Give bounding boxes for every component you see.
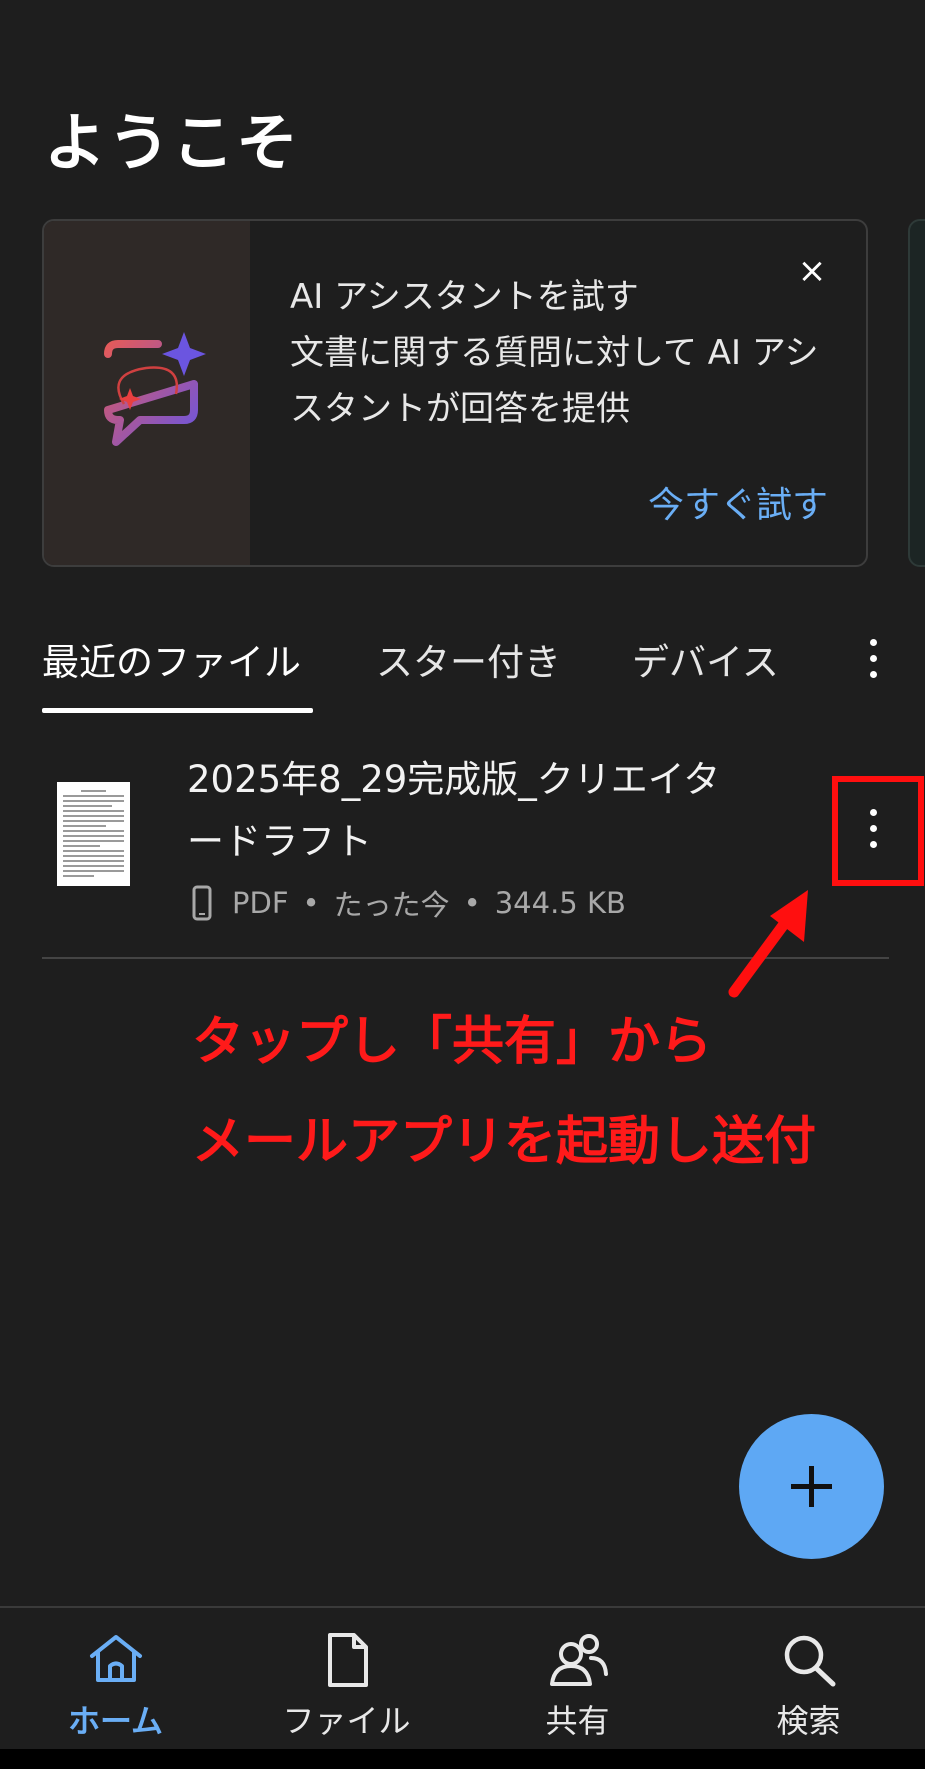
bottom-navigation: ホーム ファイル 共有 検索 (0, 1606, 925, 1749)
add-fab-button[interactable] (739, 1414, 884, 1559)
ai-assistant-promo-card[interactable]: AI アシスタントを試す 文書に関する質問に対して AI アシスタントが回答を提… (42, 219, 868, 567)
file-tabs: 最近のファイル スター付き デバイス (0, 620, 925, 714)
nav-shared[interactable]: 共有 (462, 1608, 693, 1751)
promo-illustration (44, 221, 250, 565)
meta-separator: • (302, 886, 320, 920)
tab-recent-files[interactable]: 最近のファイル (42, 632, 301, 686)
file-name: 2025年8_29完成版_クリエイタードラフト (187, 758, 721, 863)
pdf-thumbnail (57, 782, 130, 886)
system-gesture-bar (0, 1749, 925, 1769)
nav-search[interactable]: 検索 (693, 1608, 924, 1751)
home-icon (89, 1635, 142, 1682)
search-icon (784, 1635, 835, 1687)
nav-home[interactable]: ホーム (0, 1608, 231, 1751)
annotation-line-2: メールアプリを起動し送付 (192, 1112, 817, 1172)
nav-label-search: 検索 (776, 1702, 841, 1740)
next-promo-card-peek[interactable] (908, 219, 925, 567)
file-size: 344.5 KB (494, 886, 626, 920)
annotation-line-1: タップし「共有」から (192, 1012, 713, 1072)
tab-selected-indicator (42, 708, 313, 713)
file-metadata: PDF • たった今 • 344.5 KB (192, 882, 626, 924)
try-now-link[interactable]: 今すぐ試す (648, 476, 828, 528)
annotation-highlight-box (832, 776, 924, 886)
tab-starred[interactable]: スター付き (376, 632, 561, 686)
page-title: ようこそ (44, 106, 301, 179)
annotation-text: タップし「共有」から メールアプリを起動し送付 (192, 992, 925, 1192)
annotation-arrow-icon (728, 890, 808, 998)
file-modified: たった今 (333, 888, 450, 922)
file-icon (327, 1633, 368, 1687)
close-icon[interactable]: × (792, 251, 832, 291)
tab-devices[interactable]: デバイス (632, 632, 779, 686)
phone-icon (192, 885, 212, 921)
meta-separator: • (463, 886, 481, 920)
more-vertical-icon[interactable] (858, 630, 888, 686)
shared-people-icon (549, 1634, 608, 1686)
nav-files[interactable]: ファイル (231, 1608, 462, 1751)
nav-label-home: ホーム (67, 1702, 164, 1740)
app-screen: ようこそ AI アシスタントを試す 文書に関する質問に対して AI アシスタント… (0, 0, 925, 1769)
promo-description: 文書に関する質問に対して AI アシスタントが回答を提供 (290, 333, 819, 429)
promo-heading: AI アシスタントを試す (290, 277, 639, 317)
nav-label-files: ファイル (282, 1702, 411, 1740)
ai-assistant-icon (104, 332, 206, 446)
nav-label-shared: 共有 (545, 1702, 610, 1740)
file-type: PDF (232, 886, 289, 920)
